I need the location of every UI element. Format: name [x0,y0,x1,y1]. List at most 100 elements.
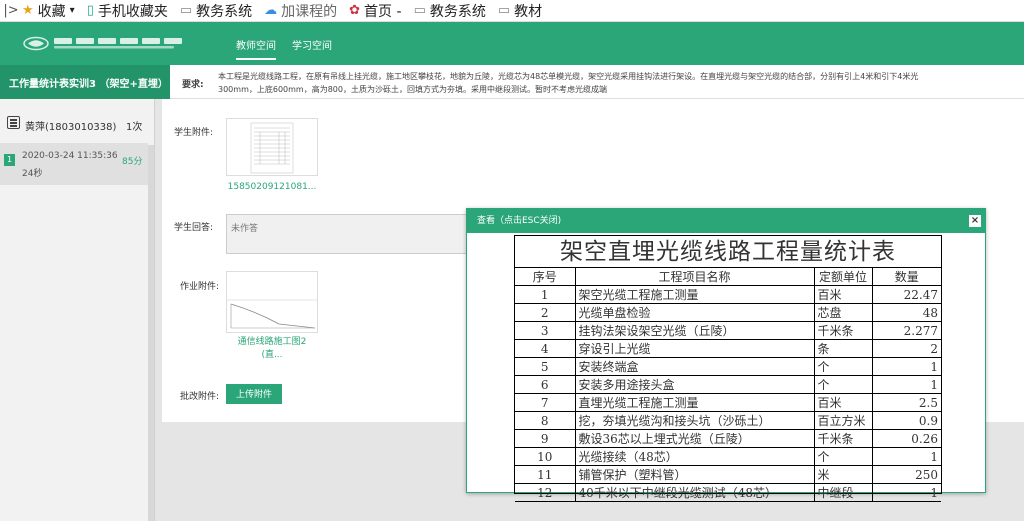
nav-learning-space[interactable]: 学习空间 [292,37,332,60]
row-quantity: 1 [871,447,941,466]
page-icon: ▭ [179,3,193,18]
attempt-duration: 24秒 [22,169,43,179]
modal-title: 查看（点击ESC关闭) [467,209,985,233]
bookmark-textbook[interactable]: ▭ 教材 [498,1,542,21]
bookmark-mobile[interactable]: ▯ 手机收藏夹 [87,1,168,21]
chevron-down-icon[interactable]: ▾ [70,5,75,16]
column-header-name: 工程项目名称 [574,268,815,286]
table-row: 10 光缆接续（48芯）个 1 [515,447,941,466]
page-icon: ▭ [413,3,426,18]
quantity-table: 序号 工程项目名称 定额单位 数量 1 架空光缆工程施工测量 百米 22.47 2 光缆单… [515,268,941,502]
row-quantity: 0.26 [871,429,941,448]
column-header-qty: 数量 [871,268,941,286]
row-quantity: 1 [871,375,941,394]
attempt-score: 85分 [122,157,143,167]
row-quantity: 2.5 [871,393,941,412]
bookmark-course[interactable]: ☁ 加课程的 [264,1,337,21]
bookmark-academic-2[interactable]: ▭ 教务系统 [414,1,486,21]
bookmark-favorites[interactable]: ★ 收藏 ▾ [22,1,75,21]
table-row: 6 安装多用途接头盒个 1 [515,375,941,394]
close-icon[interactable]: × [969,215,981,227]
row-item-name: 挂钩法架设架空光缆（丘陵） [574,321,815,340]
row-unit: 百米 [813,393,873,412]
attempt-index-badge: 1 [4,154,15,166]
row-item-name: 光缆接续（48芯） [574,447,815,466]
table-row: 9 敷设36芯以上埋式光缆（丘陵） 千米条 0.26 [515,429,941,448]
row-item-name: 穿设引上光缆 [574,339,815,358]
column-header-unit: 定额单位 [813,268,873,286]
table-row: 1 架空光缆工程施工测量 百米 22.47 [515,285,941,304]
student-attachment-filename[interactable]: 15850209121081... [217,181,327,193]
row-unit: 条 [813,339,873,358]
bookmarks-bar: |> ★ 收藏 ▾ ▯ 手机收藏夹 ▭ 教务系统 ☁ 加课程的 ✿ 首页 - ▭ 教务系统 ▭… [0,0,1024,22]
row-unit: 千米条 [813,321,873,340]
row-item-name: 铺管保护（塑料管） [574,465,815,484]
row-quantity: 2.277 [871,321,941,340]
main-nav: 教师空间 学习空间 [236,37,348,60]
table-row: 5 安装终端盒个 1 [515,357,941,376]
table-row: 8 挖，夯填光缆沟和接头坑（沙砾土） 百立方米 0.9 [515,411,941,430]
document-preview-icon [250,122,294,174]
correction-attachment-label: 批改附件: [180,392,220,402]
table-row: 2 光缆单盘检验 芯盘 48 [515,303,941,322]
row-number: 3 [515,321,576,340]
table-row: 12 40千米以下中继段光缆测试（48芯） 中继段 1 [515,483,941,502]
row-quantity: 0.9 [871,411,941,430]
row-number: 9 [515,429,576,448]
row-unit: 芯盘 [813,303,873,322]
attempt-date: 2020-03-24 11:35:36 [22,151,118,161]
student-attachment-thumbnail[interactable] [226,118,318,176]
row-unit: 千米条 [813,429,873,448]
bookmark-home[interactable]: ✿ 首页 - [349,1,401,21]
view-modal: 查看（点击ESC关闭) × 架空直埋光缆线路工程量统计表 序号 工程项目名称 定… [466,208,986,502]
list-icon [7,116,20,129]
table-row: 7 直埋光缆工程施工测量 百米 2.5 [515,393,941,412]
row-item-name: 40千米以下中继段光缆测试（48芯） [574,483,815,502]
student-answer-label: 学生回答: [174,223,214,233]
attempt-item[interactable]: 1 2020-03-24 11:35:36 24秒 85分 [0,143,148,185]
row-number: 7 [515,393,576,412]
homework-attachment-filename-suffix[interactable]: (直... [217,349,327,361]
row-quantity: 22.47 [871,285,941,304]
row-item-name: 安装终端盒 [574,357,815,376]
homework-attachment-thumbnail[interactable] [226,271,318,333]
row-quantity: 1 [871,483,941,502]
upload-attachment-button[interactable]: 上传附件 [226,384,282,404]
row-number: 4 [515,339,576,358]
row-unit: 个 [813,357,873,376]
bookmark-academic-1[interactable]: ▭ 教务系统 [180,1,252,21]
table-row: 3 挂钩法架设架空光缆（丘陵） 千米条 2.277 [515,321,941,340]
student-attachment-label: 学生附件: [174,128,214,138]
row-number: 6 [515,375,576,394]
row-item-name: 敷设36芯以上埋式光缆（丘陵） [574,429,815,448]
row-unit: 个 [813,375,873,394]
row-unit: 米 [813,465,873,484]
flower-icon: ✿ [349,3,361,18]
row-number: 8 [515,411,576,430]
row-number: 12 [515,483,576,502]
school-logo[interactable] [22,35,194,52]
row-item-name: 直埋光缆工程施工测量 [574,393,815,412]
student-answer-box: 未作答 [226,214,476,254]
homework-attachment-filename[interactable]: 通信线路施工图2 [217,336,327,348]
table-header-row: 序号 工程项目名称 定额单位 数量 [515,268,941,286]
row-quantity: 48 [871,303,941,322]
row-item-name: 光缆单盘检验 [574,303,815,322]
scrollbar[interactable] [148,145,154,521]
nav-teacher-space[interactable]: 教师空间 [236,37,276,60]
row-number: 2 [515,303,576,322]
submission-count: 1次 [126,122,143,133]
drawing-preview-icon [227,299,317,329]
row-unit: 中继段 [813,483,873,502]
row-unit: 百立方米 [813,411,873,430]
row-quantity: 2 [871,339,941,358]
row-unit: 百米 [813,285,873,304]
homework-attachment-label: 作业附件: [180,282,220,292]
requirement-bar: 要求: 本工程是光缆线路工程，在原有吊线上挂光缆，施工地区攀枝花，地貌为丘陵，光… [170,65,1024,99]
sheet-title: 架空直埋光缆线路工程量统计表 [515,236,941,268]
student-name: 黄萍(1803010338) [25,122,117,133]
student-item[interactable]: 黄萍(1803010338) 1次 [0,111,155,139]
requirement-text: 本工程是光缆线路工程，在原有吊线上挂光缆，施工地区攀枝花，地貌为丘陵，光缆芯为4… [218,72,919,94]
row-number: 11 [515,465,576,484]
sidebar-toggle-icon[interactable]: |> [0,3,22,18]
